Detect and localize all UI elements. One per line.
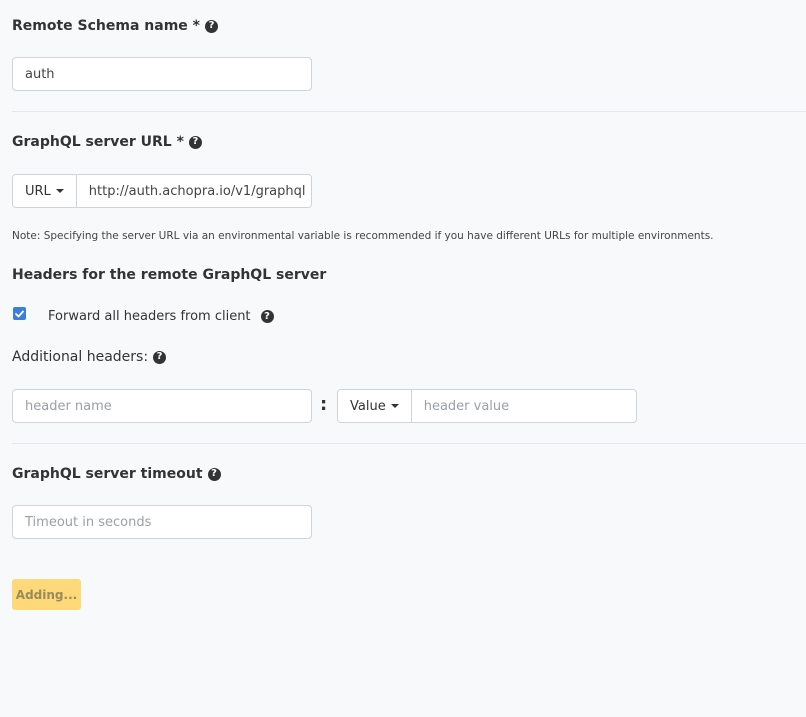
value-type-dropdown[interactable]: Value xyxy=(338,390,412,422)
timeout-input[interactable]: Timeout in seconds xyxy=(12,505,312,539)
forward-headers-label[interactable]: Forward all headers from client xyxy=(48,309,251,324)
forward-headers-row: Forward all headers from client ? xyxy=(48,309,274,324)
caret-down-icon xyxy=(55,189,64,193)
divider xyxy=(12,443,806,444)
help-icon[interactable]: ? xyxy=(205,19,218,33)
server-url-input[interactable]: http://auth.achopra.io/v1/graphql xyxy=(77,175,311,207)
headers-heading: Headers for the remote GraphQL server xyxy=(12,267,326,283)
server-url-heading: GraphQL server URL * ? xyxy=(12,134,202,150)
help-icon[interactable]: ? xyxy=(207,467,221,481)
help-icon[interactable]: ? xyxy=(153,350,167,364)
check-icon xyxy=(15,310,24,317)
schema-name-heading: Remote Schema name * ? xyxy=(12,18,218,34)
remote-schema-form: Remote Schema name * ? auth GraphQL serv… xyxy=(0,0,806,717)
caret-down-icon xyxy=(390,404,399,408)
timeout-placeholder: Timeout in seconds xyxy=(25,514,152,530)
header-value-input[interactable]: header value xyxy=(412,390,636,422)
schema-name-input[interactable]: auth xyxy=(12,57,312,91)
help-icon[interactable]: ? xyxy=(260,310,274,323)
header-name-input[interactable]: header name xyxy=(12,389,312,423)
header-name-placeholder: header name xyxy=(25,398,112,414)
server-url-label: GraphQL server URL * xyxy=(12,134,184,150)
url-type-dropdown[interactable]: URL xyxy=(13,175,77,207)
server-url-value: http://auth.achopra.io/v1/graphql xyxy=(88,183,306,199)
server-url-note: Note: Specifying the server URL via an e… xyxy=(12,230,714,242)
value-type-label: Value xyxy=(350,398,386,414)
timeout-label: GraphQL server timeout xyxy=(12,466,203,482)
adding-button[interactable]: Adding... xyxy=(12,579,81,610)
help-icon[interactable]: ? xyxy=(188,135,202,149)
additional-headers-label: Additional headers: xyxy=(12,349,149,365)
header-separator: : xyxy=(320,394,328,415)
forward-headers-checkbox[interactable] xyxy=(13,307,26,320)
divider xyxy=(12,111,806,112)
headers-title: Headers for the remote GraphQL server xyxy=(12,267,327,283)
url-type-label: URL xyxy=(25,183,51,199)
timeout-heading: GraphQL server timeout ? xyxy=(12,466,221,482)
additional-headers-row: Additional headers: ? xyxy=(12,349,167,365)
schema-name-value: auth xyxy=(25,66,55,82)
server-url-input-group: URL http://auth.achopra.io/v1/graphql xyxy=(12,174,312,208)
header-value-placeholder: header value xyxy=(423,398,510,414)
header-value-input-group: Value header value xyxy=(337,389,637,423)
schema-name-label: Remote Schema name * xyxy=(12,18,200,34)
adding-button-label: Adding... xyxy=(15,587,78,602)
